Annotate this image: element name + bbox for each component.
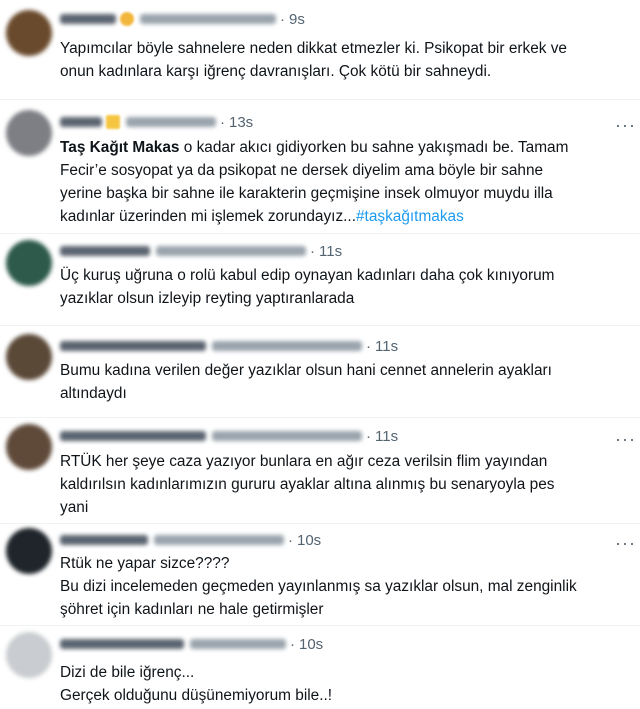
tweet-text: Yapımcılar böyle sahnelere neden dikkat … bbox=[60, 37, 630, 83]
tweet-text-line: Rtük ne yapar sizce???? bbox=[60, 555, 230, 572]
tweet-text-line: yazıklar olsun izleyip reyting yaptıranl… bbox=[60, 290, 355, 307]
tweet-text-line: Bu dizi incelemeden geçmeden yayınlanmış… bbox=[60, 578, 577, 595]
tweet-header: · 11s bbox=[60, 426, 398, 446]
handle[interactable] bbox=[212, 431, 362, 441]
avatar[interactable] bbox=[6, 110, 52, 156]
timestamp[interactable]: 10s bbox=[297, 532, 321, 549]
display-name[interactable] bbox=[60, 117, 102, 127]
handle[interactable] bbox=[154, 535, 284, 545]
tweet-text: Taş Kağıt Makas o kadar akıcı gidiyorken… bbox=[60, 136, 630, 228]
tweet-text-segment: o kadar akıcı gidiyorken bu sahne yakışm… bbox=[179, 139, 569, 156]
emoji-icon bbox=[106, 115, 120, 129]
tweet-header: · 11s bbox=[60, 241, 342, 261]
separator-dot: · bbox=[290, 635, 295, 653]
tweet-text: RTÜK her şeye caza yazıyor bunlara en ağ… bbox=[60, 450, 630, 519]
tweet-text-line: RTÜK her şeye caza yazıyor bunlara en ağ… bbox=[60, 453, 548, 470]
display-name[interactable] bbox=[60, 431, 206, 441]
timestamp[interactable]: 11s bbox=[375, 338, 398, 355]
tweet-text-line: Gerçek olduğunu düşünemiyorum bile..! bbox=[60, 687, 333, 704]
avatar[interactable] bbox=[6, 424, 52, 470]
handle[interactable] bbox=[212, 341, 362, 351]
tweet-text-line: onun kadınlara karşı iğrenç davranışları… bbox=[60, 63, 492, 80]
timestamp[interactable]: 9s bbox=[289, 11, 305, 28]
tweet-text: Üç kuruş uğruna o rolü kabul edip oynaya… bbox=[60, 264, 630, 310]
separator-dot: · bbox=[366, 337, 371, 355]
tweet-text-segment: kadınlar üzerinden mi işlemek zorundayız… bbox=[60, 208, 356, 225]
separator-dot: · bbox=[310, 242, 315, 260]
tweet-text-line: Dizi de bile iğrenç... bbox=[60, 664, 195, 681]
separator-dot: · bbox=[288, 531, 293, 549]
tweet-text: Bumu kadına verilen değer yazıklar olsun… bbox=[60, 359, 630, 405]
hashtag-topic[interactable]: Taş Kağıt Makas bbox=[60, 139, 179, 156]
handle[interactable] bbox=[140, 14, 276, 24]
avatar[interactable] bbox=[6, 334, 52, 380]
tweet-text-line: yani bbox=[60, 499, 89, 516]
tweet-text-line: Üç kuruş uğruna o rolü kabul edip oynaya… bbox=[60, 267, 555, 284]
timestamp[interactable]: 11s bbox=[375, 428, 398, 445]
tweet-text-line: altındaydı bbox=[60, 385, 127, 402]
more-horizontal-icon[interactable]: ··· bbox=[615, 534, 636, 552]
timestamp[interactable]: 11s bbox=[319, 243, 342, 260]
tweet-text-line: Fecir’e sosyopat ya da psikopat ne derse… bbox=[60, 162, 544, 179]
more-horizontal-icon[interactable]: ··· bbox=[615, 116, 636, 134]
tweet[interactable]: · 11s Üç kuruş uğruna o rolü kabul edip … bbox=[0, 234, 640, 326]
avatar[interactable] bbox=[6, 528, 52, 574]
tweet-header: · 10s bbox=[60, 634, 323, 654]
tweet-text-line: kadınlar üzerinden mi işlemek zorundayız… bbox=[60, 205, 630, 228]
display-name[interactable] bbox=[60, 639, 184, 649]
separator-dot: · bbox=[366, 427, 371, 445]
tweet-text: Rtük ne yapar sizce???? Bu dizi inceleme… bbox=[60, 552, 630, 621]
tweet-header: · 13s bbox=[60, 112, 253, 132]
hashtag-link[interactable]: #taşkağıtmakas bbox=[356, 208, 464, 225]
handle[interactable] bbox=[156, 246, 306, 256]
tweet[interactable]: · 11s Bumu kadına verilen değer yazıklar… bbox=[0, 326, 640, 418]
display-name[interactable] bbox=[60, 246, 150, 256]
display-name[interactable] bbox=[60, 14, 116, 24]
tweet-text-line: Yapımcılar böyle sahnelere neden dikkat … bbox=[60, 40, 567, 57]
emoji-icon bbox=[120, 12, 134, 26]
tweet[interactable]: · 11s ··· RTÜK her şeye caza yazıyor bun… bbox=[0, 418, 640, 524]
separator-dot: · bbox=[220, 113, 225, 131]
tweet-text: Dizi de bile iğrenç... Gerçek olduğunu d… bbox=[60, 661, 630, 707]
handle[interactable] bbox=[190, 639, 286, 649]
timestamp[interactable]: 10s bbox=[299, 636, 323, 653]
handle[interactable] bbox=[126, 117, 216, 127]
timestamp[interactable]: 13s bbox=[229, 114, 253, 131]
tweet[interactable]: · 10s Dizi de bile iğrenç... Gerçek oldu… bbox=[0, 626, 640, 709]
tweet[interactable]: · 13s ··· Taş Kağıt Makas o kadar akıcı … bbox=[0, 100, 640, 234]
tweet[interactable]: · 10s ··· Rtük ne yapar sizce???? Bu diz… bbox=[0, 524, 640, 626]
tweet-header: · 10s bbox=[60, 530, 321, 550]
avatar[interactable] bbox=[6, 10, 52, 56]
avatar[interactable] bbox=[6, 240, 52, 286]
separator-dot: · bbox=[280, 10, 285, 28]
tweet-text-line: Bumu kadına verilen değer yazıklar olsun… bbox=[60, 362, 552, 379]
avatar[interactable] bbox=[6, 632, 52, 678]
tweet[interactable]: · 9s Yapımcılar böyle sahnelere neden di… bbox=[0, 0, 640, 100]
tweet-feed: · 9s Yapımcılar böyle sahnelere neden di… bbox=[0, 0, 640, 709]
display-name[interactable] bbox=[60, 535, 148, 545]
tweet-text-line: Taş Kağıt Makas o kadar akıcı gidiyorken… bbox=[60, 136, 630, 159]
tweet-header: · 11s bbox=[60, 336, 398, 356]
tweet-header: · 9s bbox=[60, 9, 305, 29]
more-horizontal-icon[interactable]: ··· bbox=[615, 430, 636, 448]
tweet-text-line: yerine başka bir sahne ile karakterin ge… bbox=[60, 185, 553, 202]
tweet-text-line: kaldırılsın kadınlarımızın gururu ayakla… bbox=[60, 476, 555, 493]
display-name[interactable] bbox=[60, 341, 206, 351]
tweet-text-line: şöhret için kadınları ne hale getirmişle… bbox=[60, 601, 324, 618]
